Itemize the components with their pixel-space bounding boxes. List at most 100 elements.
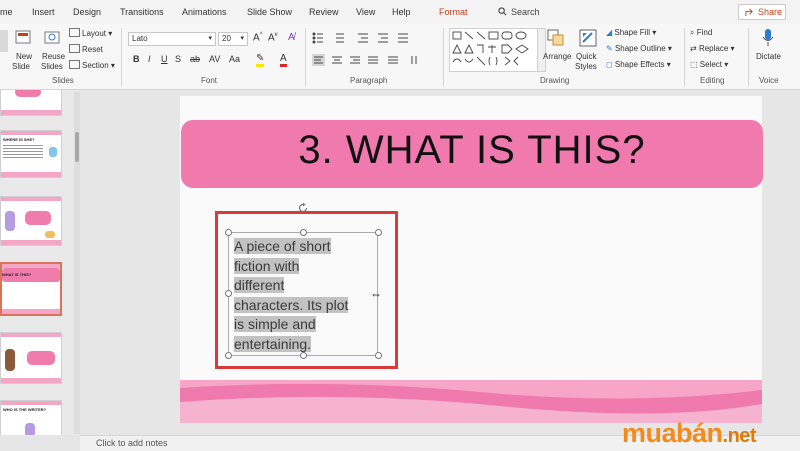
new-slide-label-2: Slide: [12, 62, 30, 71]
strikethrough-icon[interactable]: ab: [190, 54, 200, 64]
chevron-down-icon: ▾: [208, 35, 212, 42]
search-box[interactable]: Search: [498, 7, 540, 17]
clear-formatting-icon[interactable]: A̸: [288, 32, 295, 43]
replace-label: Replace: [698, 44, 729, 53]
shape-fill-button[interactable]: ◢ Shape Fill ▾: [606, 28, 656, 37]
slide-thumbnail[interactable]: [0, 90, 62, 116]
shape-outline-button[interactable]: ✎ Shape Outline ▾: [606, 44, 672, 53]
slide-thumbnail-selected[interactable]: WHAT IS THIS?: [0, 262, 62, 316]
search-label: Search: [511, 7, 540, 17]
resize-cursor-icon: ⇔: [370, 287, 382, 301]
tab-home[interactable]: me: [0, 7, 13, 17]
quick-styles-label: Quick: [576, 52, 597, 61]
shapes-icon: [452, 31, 529, 66]
thumbnail-footer: [2, 309, 60, 314]
reuse-label: Reuse: [42, 52, 66, 61]
shape-effects-button[interactable]: ◻ Shape Effects ▾: [606, 60, 671, 69]
slide-title[interactable]: 3. WHAT IS THIS?: [181, 128, 763, 173]
thumbnail-footer: [1, 240, 61, 245]
tab-format[interactable]: Format: [439, 7, 468, 17]
thumbnail-text: [3, 145, 43, 159]
thumbnail-header: [1, 333, 61, 337]
text-line: characters. Its plot: [234, 296, 349, 313]
thumbnail-shape: [15, 90, 41, 97]
bold-icon[interactable]: B: [133, 54, 140, 64]
chevron-down-icon: ▾: [240, 35, 244, 42]
share-icon: [745, 8, 753, 17]
shape-fill-label: Shape Fill: [614, 28, 650, 37]
slide-body-text[interactable]: A piece of short fiction with different …: [234, 237, 384, 354]
share-label: Share: [758, 7, 783, 17]
slide-thumbnail[interactable]: WHO IS THE WRITER?: [0, 400, 62, 435]
replace-icon: ⇄: [690, 44, 697, 53]
reuse-label-2: Slides: [41, 62, 63, 71]
slide-thumbnail[interactable]: [0, 196, 62, 246]
resize-handle[interactable]: [225, 290, 232, 297]
layout-button[interactable]: Layout ▾: [69, 28, 112, 38]
font-size-dropdown[interactable]: 20 ▾: [218, 32, 248, 46]
thumbnail-shape: [27, 351, 55, 365]
ribbon: New Slide Reuse Slides Layout ▾ Reset Se…: [0, 24, 800, 90]
resize-handle[interactable]: [225, 229, 232, 236]
tab-animations[interactable]: Animations: [182, 7, 227, 17]
thumbnail-figure: [45, 231, 55, 238]
list-format-icons[interactable]: [312, 32, 437, 44]
tab-review[interactable]: Review: [309, 7, 339, 17]
notes-placeholder: Click to add notes: [96, 438, 168, 448]
thumbnail-header: [1, 401, 61, 405]
tab-slide-show[interactable]: Slide Show: [247, 7, 292, 17]
effects-icon: ◻: [606, 60, 613, 69]
resize-handle[interactable]: [300, 229, 307, 236]
group-label-slides: Slides: [52, 76, 74, 85]
thumbnail-figure: [25, 423, 35, 435]
section-icon: [69, 60, 80, 69]
thumbnail-scroll-thumb[interactable]: [75, 132, 79, 162]
tab-help[interactable]: Help: [392, 7, 411, 17]
watermark-suffix: .net: [722, 425, 757, 447]
share-button[interactable]: Share: [738, 4, 786, 20]
thumbnail-figure: [49, 147, 57, 157]
align-icons[interactable]: [312, 54, 437, 66]
rotate-handle-icon[interactable]: [297, 202, 309, 214]
tab-transitions[interactable]: Transitions: [120, 7, 164, 17]
resize-handle[interactable]: [225, 352, 232, 359]
italic-icon[interactable]: I: [148, 54, 151, 64]
reset-button[interactable]: Reset: [69, 44, 103, 54]
paste-icon[interactable]: [0, 30, 8, 52]
shapes-gallery[interactable]: [449, 28, 539, 72]
shape-outline-label: Shape Outline: [614, 44, 666, 53]
shadow-icon[interactable]: S: [175, 54, 181, 64]
font-family-dropdown[interactable]: Lato ▾: [128, 32, 216, 46]
watermark-main: muabán: [622, 418, 723, 448]
ribbon-separator: [121, 28, 122, 86]
thumbnail-header: [1, 197, 61, 201]
ribbon-separator: [748, 28, 749, 86]
layout-icon: [69, 28, 80, 37]
decrease-font-icon[interactable]: Av: [268, 32, 278, 43]
tab-design[interactable]: Design: [73, 7, 101, 17]
slide-thumbnail[interactable]: [0, 332, 62, 384]
slide-thumbnail[interactable]: WHERE IS SHE?: [0, 130, 62, 178]
increase-font-icon[interactable]: A^: [253, 32, 263, 43]
thumbnail-footer: [1, 172, 61, 177]
change-case-icon[interactable]: Aa: [229, 54, 240, 64]
group-label-editing: Editing: [700, 76, 725, 85]
replace-button[interactable]: ⇄ Replace ▾: [690, 44, 735, 53]
arrange-label: Arrange: [543, 52, 572, 61]
tab-view[interactable]: View: [356, 7, 375, 17]
thumbnail-title: WHERE IS SHE?: [3, 137, 35, 142]
thumbnail-footer: [1, 110, 61, 115]
resize-handle[interactable]: [375, 229, 382, 236]
underline-icon[interactable]: U: [161, 54, 168, 64]
find-button[interactable]: ⌕ Find: [690, 28, 712, 38]
font-color-icon[interactable]: A: [280, 53, 287, 67]
select-button[interactable]: ⬚ Select ▾: [690, 60, 728, 69]
tab-insert[interactable]: Insert: [32, 7, 55, 17]
shapes-scroll[interactable]: [537, 28, 546, 72]
text-line: is simple and: [234, 316, 316, 332]
section-button[interactable]: Section ▾: [69, 60, 115, 70]
thumbnail-title: WHO IS THE WRITER?: [3, 407, 47, 412]
character-spacing-icon[interactable]: AV: [209, 54, 220, 64]
font-size-value: 20: [222, 34, 231, 43]
highlight-icon[interactable]: ✎: [256, 53, 265, 67]
